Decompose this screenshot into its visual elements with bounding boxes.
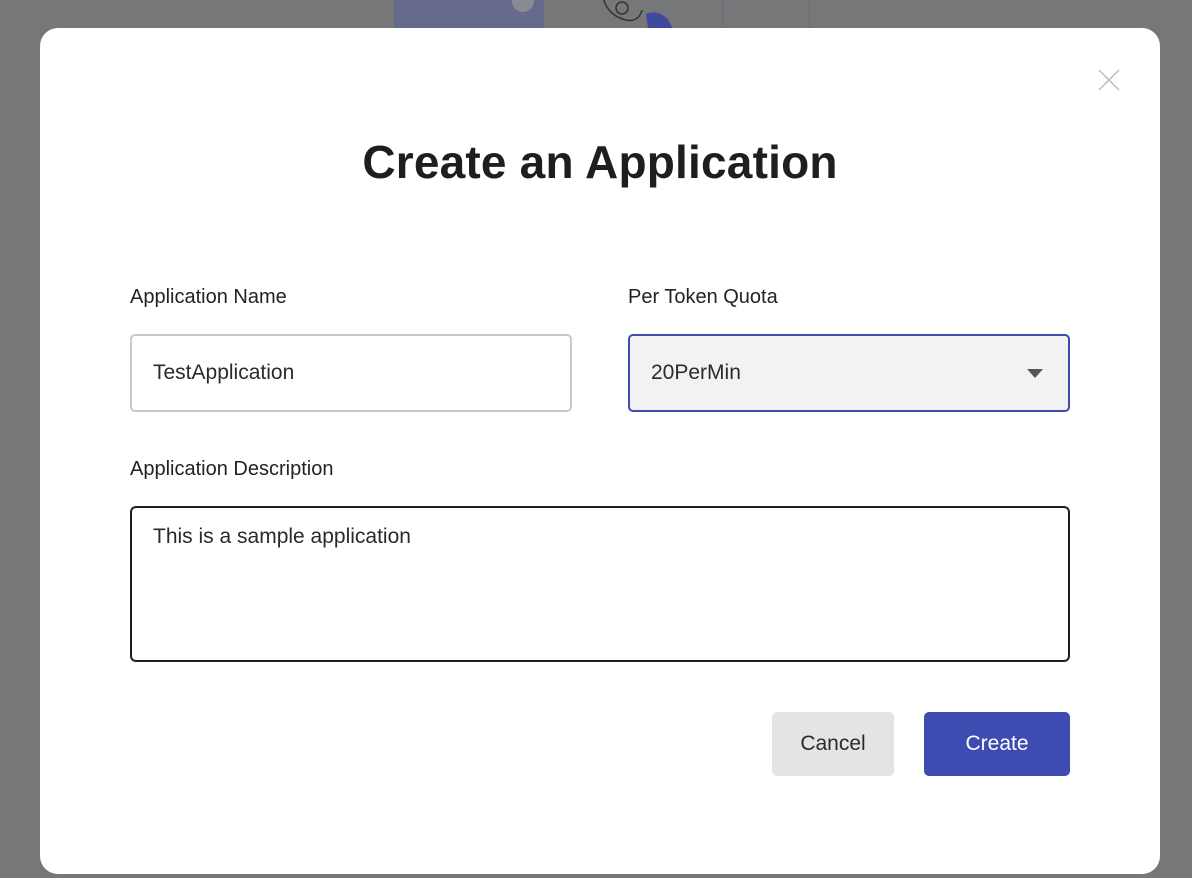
create-button[interactable]: Create bbox=[924, 712, 1070, 776]
background-divider bbox=[809, 0, 810, 28]
create-application-dialog: Create an Application Application Name P… bbox=[40, 28, 1160, 874]
dialog-title: Create an Application bbox=[362, 136, 838, 188]
close-button[interactable] bbox=[1097, 68, 1121, 92]
application-description-label: Application Description bbox=[130, 458, 334, 480]
application-description-textarea[interactable]: This is a sample application bbox=[130, 506, 1070, 662]
chevron-down-icon bbox=[1027, 368, 1043, 378]
application-name-label: Application Name bbox=[130, 286, 287, 308]
quota-selected-value: 20PerMin bbox=[651, 361, 741, 384]
per-token-quota-select[interactable]: 20PerMin bbox=[628, 334, 1070, 412]
close-icon bbox=[1098, 69, 1120, 91]
background-illustration bbox=[603, 0, 672, 28]
cancel-button[interactable]: Cancel bbox=[772, 712, 894, 776]
per-token-quota-label: Per Token Quota bbox=[628, 286, 778, 308]
background-card bbox=[394, 0, 544, 28]
background-divider bbox=[722, 0, 723, 28]
application-name-input[interactable] bbox=[130, 334, 572, 412]
